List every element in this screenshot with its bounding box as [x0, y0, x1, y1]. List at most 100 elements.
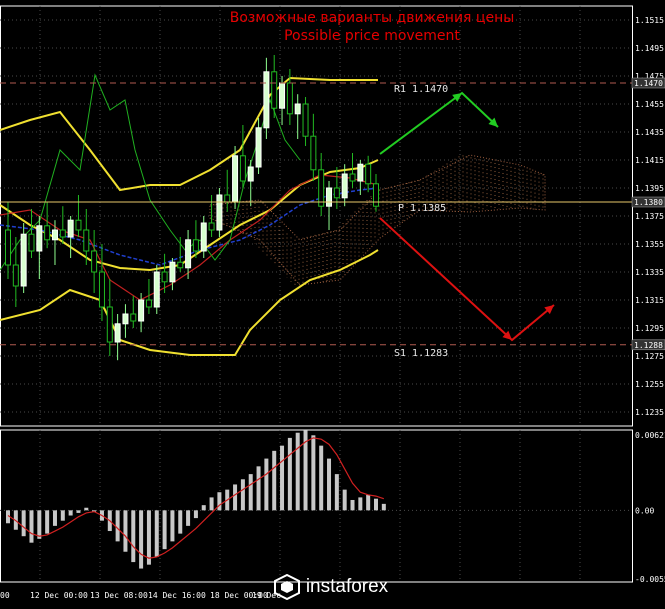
- candle-body: [122, 313, 129, 325]
- candle-body: [145, 299, 152, 308]
- candle: [36, 216, 43, 279]
- candle: [114, 314, 121, 361]
- macd-bar: [334, 474, 339, 511]
- macd-bar: [154, 510, 159, 557]
- level-label-p: P 1.1385: [398, 203, 446, 214]
- candle: [302, 97, 309, 146]
- candle-body: [138, 299, 145, 322]
- candle-body: [294, 103, 301, 115]
- macd-bar: [327, 458, 332, 511]
- macd-bar: [186, 510, 191, 526]
- candle-body: [28, 233, 35, 252]
- candle-body: [177, 261, 184, 269]
- candle: [255, 118, 262, 174]
- macd-bar: [201, 505, 206, 511]
- candle: [365, 155, 372, 193]
- candle-body: [161, 271, 168, 283]
- candle: [44, 202, 51, 249]
- macd-bar: [264, 458, 269, 511]
- indicator-tick-label: 0.00621: [635, 431, 665, 440]
- title-russian: Возможные варианты движения цены: [230, 10, 515, 26]
- time-tick-label: 12 Dec 00:00: [30, 591, 88, 600]
- macd-bar: [123, 510, 128, 552]
- macd-bar: [350, 499, 355, 511]
- candle-body: [247, 166, 254, 182]
- price-tick-label: 1.1495: [635, 44, 664, 53]
- candle-body: [44, 225, 51, 241]
- candle-body: [153, 271, 160, 308]
- indicator-tick-label: -0.00554: [635, 575, 665, 584]
- candle: [271, 55, 278, 118]
- candle-body: [357, 163, 364, 182]
- time-tick-label: 14 Dec 16:00: [148, 591, 206, 600]
- candle: [67, 216, 74, 258]
- macd-bar: [374, 498, 378, 511]
- candle: [169, 258, 176, 291]
- macd-bar: [37, 510, 42, 539]
- candle: [263, 57, 270, 139]
- candle: [333, 167, 340, 209]
- macd-bar: [45, 510, 50, 534]
- macd-bar: [366, 494, 371, 511]
- candle-body: [114, 323, 121, 343]
- macd-bar: [52, 510, 57, 526]
- macd-bar: [272, 450, 277, 511]
- macd-bar: [21, 510, 26, 537]
- macd-bar: [29, 510, 34, 543]
- time-tick-label: 00: [0, 591, 10, 600]
- candle-body: [239, 155, 246, 182]
- candle-body: [232, 155, 239, 203]
- price-tick-label: 1.1295: [635, 324, 664, 333]
- macd-bar: [287, 437, 292, 511]
- candle-body: [333, 187, 340, 199]
- candle-body: [208, 222, 215, 231]
- candle-body: [216, 194, 223, 231]
- macd-bar: [131, 510, 136, 563]
- macd-bar: [146, 510, 151, 565]
- candle-body: [91, 250, 98, 273]
- chart-canvas: 1.15151.14951.14751.14551.14351.14151.13…: [0, 5, 665, 600]
- candle-body: [279, 82, 286, 109]
- candle-body: [263, 71, 270, 129]
- candle: [310, 113, 317, 181]
- macd-bar: [248, 474, 253, 511]
- candle-body: [349, 173, 356, 182]
- candle-body: [36, 225, 43, 252]
- candle-body: [365, 163, 372, 185]
- candle-body: [192, 239, 199, 252]
- price-tick-label: 1.1315: [635, 296, 664, 305]
- macd-bar: [178, 510, 183, 534]
- price-tick-label: 1.1275: [635, 352, 664, 361]
- candle: [130, 295, 137, 328]
- candle: [208, 195, 215, 237]
- price-tick-label: 1.1435: [635, 128, 664, 137]
- candle: [349, 153, 356, 188]
- macd-bar: [295, 432, 300, 511]
- indicator-panel-frame: [0, 429, 633, 583]
- candle-body: [200, 222, 207, 252]
- price-tick-label: 1.1235: [635, 408, 664, 417]
- candle: [177, 237, 184, 272]
- macd-bar: [162, 510, 167, 550]
- macd-bar: [319, 445, 324, 511]
- level-label-s1: S1 1.1283: [394, 348, 448, 359]
- bullish-scenario-arrow-mid-head: [452, 93, 462, 102]
- macd-bar: [170, 510, 175, 542]
- macd-bar: [233, 484, 238, 511]
- macd-bar: [193, 510, 198, 519]
- candle: [153, 265, 160, 314]
- candle: [247, 160, 254, 207]
- candle-body: [12, 264, 19, 287]
- level-tag-s1: 1.1288: [634, 341, 663, 350]
- price-tick-label: 1.1395: [635, 184, 664, 193]
- candle: [294, 94, 301, 139]
- macd-bar: [240, 479, 245, 511]
- level-label-r1: R1 1.1470: [394, 84, 448, 95]
- macd-bar: [115, 510, 120, 542]
- candle-body: [373, 183, 379, 207]
- candle: [239, 125, 246, 188]
- candle: [91, 230, 98, 293]
- time-tick-label: 13 Dec 08:00: [90, 591, 148, 600]
- macd-bar: [68, 510, 73, 516]
- candle-body: [318, 169, 325, 207]
